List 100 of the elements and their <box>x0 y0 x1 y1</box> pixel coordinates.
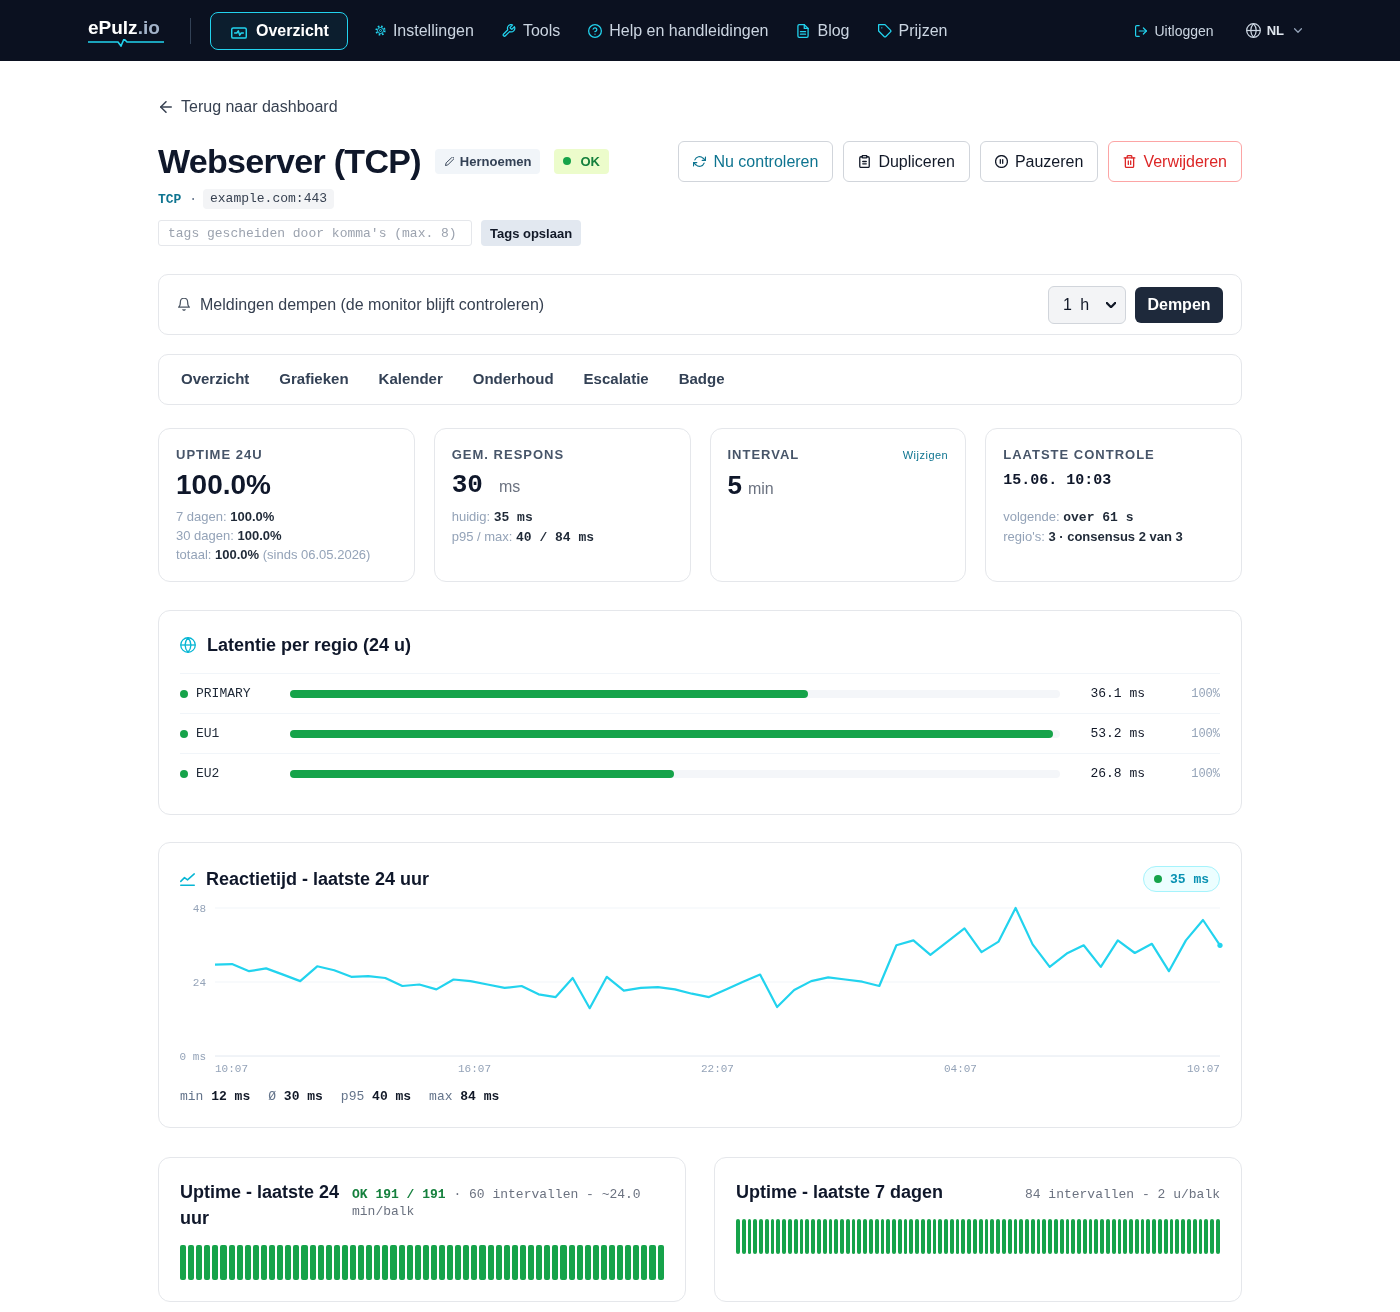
availability-value: 100% <box>1190 726 1220 741</box>
stat-detail: huidig: 35 ms <box>451 508 534 527</box>
mute-button[interactable]: Dempen <box>1135 286 1223 323</box>
status-dot-icon <box>180 729 188 738</box>
end-point-dot-icon <box>1217 942 1223 948</box>
nav-link[interactable]: Tools <box>500 11 562 50</box>
bell-icon <box>178 298 190 311</box>
latency-value: 36.1 ms <box>1089 686 1145 701</box>
language-button[interactable]: NL <box>1245 23 1302 38</box>
region-name: EU2 <box>196 766 220 781</box>
summary-stat: min 12 ms <box>180 1088 251 1106</box>
protocol-label: TCP · <box>158 191 197 207</box>
gear-icon <box>374 25 386 36</box>
pause-icon <box>994 155 1008 168</box>
stat-label: INTERVAL <box>727 447 800 463</box>
stat-value: 15.06. 10:03 <box>1003 471 1112 491</box>
stat-label: LAATSTE CONTROLE <box>1003 447 1155 463</box>
x-axis-label: 04:07 <box>943 1062 977 1076</box>
y-axis-label: 24 <box>192 977 206 989</box>
stat-label: GEM. RESPONS <box>451 447 565 463</box>
globe-icon <box>180 637 196 653</box>
monitor-icon <box>231 27 247 39</box>
nav-link[interactable]: Prijzen <box>876 11 949 50</box>
action-button[interactable]: Dupliceren <box>843 141 970 182</box>
nav-link[interactable]: Help en handleidingen <box>587 11 770 50</box>
refresh-icon <box>693 155 707 168</box>
stat-detail: totaal: 100.0% (sinds 06.05.2026) <box>176 546 372 564</box>
logout-icon <box>1134 24 1147 37</box>
status-dot-icon <box>180 689 188 698</box>
x-axis-label: 10:07 <box>1186 1062 1220 1076</box>
edit-link[interactable]: Wijzigen <box>902 449 949 461</box>
summary-stat: max 84 ms <box>429 1088 500 1106</box>
section-title: Uptime - laatste 24 uur <box>180 1181 341 1230</box>
help-icon <box>588 23 603 38</box>
globe-icon <box>1245 23 1261 38</box>
document-icon <box>796 23 811 38</box>
logout-link[interactable]: Uitloggen <box>1134 22 1214 39</box>
stat-label: UPTIME 24U <box>176 447 263 463</box>
stat-unit: min <box>747 480 774 498</box>
pencil-icon <box>444 156 454 166</box>
section-title: Reactietijd - laatste 24 uur <box>206 868 430 891</box>
status-dot-icon <box>180 769 188 778</box>
stat-detail: 7 dagen: 100.0% <box>176 508 276 526</box>
stat-detail: p95 / max: 40 / 84 ms <box>451 528 596 547</box>
nav-link[interactable]: Instellingen <box>373 11 475 50</box>
tab[interactable]: Onderhoud <box>472 366 554 393</box>
brand-name[interactable]: ePulz.io <box>88 16 160 38</box>
nav-link[interactable]: Overzicht <box>210 11 348 50</box>
tab[interactable]: Badge <box>678 366 725 393</box>
stat-value: 30 <box>451 469 483 502</box>
pulse-underline-icon <box>88 38 164 47</box>
action-button[interactable]: Pauzeren <box>979 141 1099 182</box>
status-dot-icon <box>1154 875 1162 883</box>
current-value: 35 ms <box>1170 871 1209 887</box>
tab[interactable]: Overzicht <box>181 366 250 393</box>
tags-input[interactable]: tags gescheiden door komma's (max. 8) <box>158 220 472 246</box>
clipboard-icon <box>858 155 872 168</box>
status-dot-icon <box>563 157 572 165</box>
monitor-title: Webserver (TCP) <box>158 141 421 181</box>
x-axis-label: 16:07 <box>458 1062 491 1076</box>
rename-button[interactable]: Hernoemen <box>434 148 541 174</box>
y-axis-label: 48 <box>192 903 206 915</box>
latency-value: 53.2 ms <box>1089 726 1145 741</box>
stat-unit: ms <box>498 478 521 496</box>
stat-detail: volgende: over 61 s <box>1003 508 1135 527</box>
y-axis-label: 0 ms <box>180 1051 206 1062</box>
x-axis-label: 22:07 <box>700 1062 734 1076</box>
latency-value: 26.8 ms <box>1089 766 1145 781</box>
summary-stat: Ø 30 ms <box>268 1088 323 1106</box>
uptime-summary: OK 191 / 191 · 60 intervallen - ~24.0 min/balk <box>352 1186 642 1220</box>
stat-value: 5 <box>727 469 742 502</box>
stat-detail: regio's: 3 · consensus 2 van 3 <box>1003 528 1184 546</box>
wrench-icon <box>501 23 516 38</box>
nav-link[interactable]: Blog <box>795 11 851 50</box>
host-address: example.com:443 <box>203 189 335 209</box>
action-button[interactable]: Verwijderen <box>1108 141 1242 182</box>
line-chart-icon <box>180 872 195 886</box>
section-title: Latentie per regio (24 u) <box>207 634 412 657</box>
availability-value: 100% <box>1190 686 1220 701</box>
stat-value: 100.0% <box>176 468 271 502</box>
tag-icon <box>877 23 892 38</box>
tab[interactable]: Escalatie <box>583 366 649 393</box>
uptime-summary: 84 intervallen - 2 u/balk <box>1024 1186 1220 1203</box>
duration-select[interactable]: 1 h <box>1048 285 1126 324</box>
x-axis-label: 10:07 <box>215 1062 248 1076</box>
availability-value: 100% <box>1190 766 1220 781</box>
chevron-down-icon <box>1294 28 1302 33</box>
mute-description: Meldingen dempen (de monitor blijft controleren) <box>200 295 545 314</box>
save-tags-button[interactable]: Tags opslaan <box>481 220 582 246</box>
region-name: EU1 <box>196 726 220 741</box>
summary-stat: p95 40 ms <box>340 1088 412 1106</box>
status-label: OK <box>580 153 600 169</box>
tab[interactable]: Grafieken <box>279 366 349 393</box>
action-button[interactable]: Nu controleren <box>678 141 834 182</box>
chevron-down-icon <box>1106 301 1116 308</box>
section-title: Uptime - laatste 7 dagen <box>736 1181 944 1204</box>
trash-icon <box>1123 155 1137 168</box>
stat-detail: 30 dagen: 100.0% <box>176 527 283 545</box>
back-link[interactable]: Terug naar dashboard <box>158 97 338 117</box>
tab[interactable]: Kalender <box>378 366 443 393</box>
